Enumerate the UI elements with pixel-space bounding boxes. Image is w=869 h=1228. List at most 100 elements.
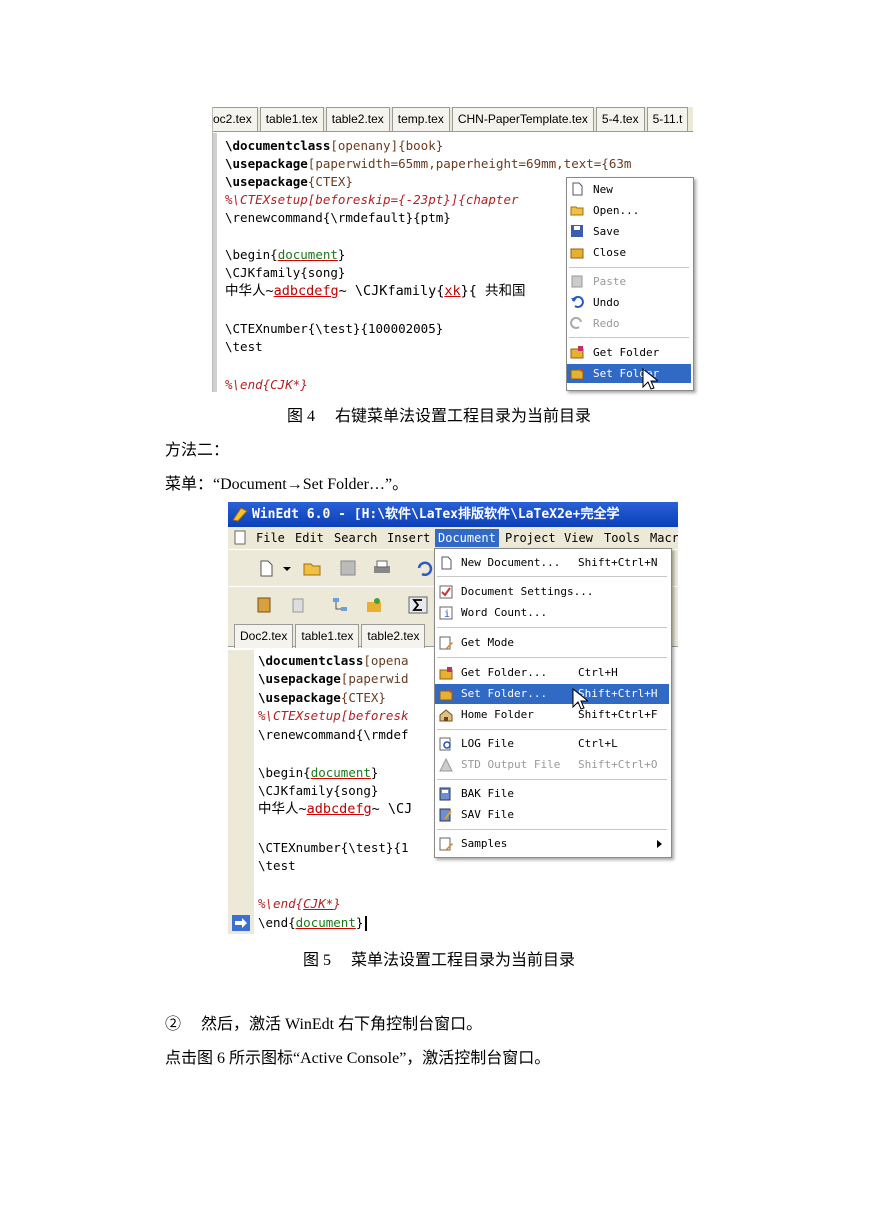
menu-item-new-document[interactable]: New Document... Shift+Ctrl+N	[435, 553, 669, 573]
tab-temp[interactable]: temp.tex	[391, 107, 450, 131]
paste-icon	[571, 275, 583, 288]
tab-table2[interactable]: table2.tex	[325, 107, 390, 131]
menu-item-label: Undo	[593, 296, 620, 309]
code-line: %\end{CJK*}	[258, 895, 341, 914]
code-token: \usepackage	[258, 671, 341, 686]
menu-bar: File Edit Search Insert Document Project…	[228, 527, 678, 549]
code-line: \usepackage{CTEX}	[225, 173, 353, 191]
menu-item-bak-file[interactable]: BAK File	[435, 784, 669, 804]
tab-chn-papertemplate[interactable]: CHN-PaperTemplate.tex	[451, 107, 594, 131]
menu-item-label: Save	[593, 225, 620, 238]
tree-structure-icon[interactable]	[330, 596, 350, 614]
menu-search[interactable]: Search	[334, 531, 377, 545]
page-icon[interactable]	[288, 596, 308, 614]
menu-item-label: LOG File	[461, 737, 514, 750]
menu-item-label: Redo	[593, 317, 620, 330]
menu-item-get-mode[interactable]: Get Mode	[435, 633, 669, 653]
current-line-arrow-icon	[232, 915, 250, 931]
code-token: }	[337, 247, 346, 262]
menu-item-log-file[interactable]: LOG File Ctrl+L	[435, 734, 669, 754]
menu-item-set-folder[interactable]: Set Folder	[567, 364, 691, 383]
save-disk-icon	[571, 225, 583, 237]
menu-item-open[interactable]: Open...	[567, 201, 691, 220]
menu-item-label: Get Folder...	[461, 666, 548, 679]
menu-item-label: Get Folder	[593, 346, 660, 359]
mode-edit-icon	[439, 636, 453, 650]
code-line: \CTEXnumber{\test}{100002005}	[225, 321, 444, 336]
menu-view[interactable]: View	[564, 531, 593, 545]
menu-item-set-folder[interactable]: Set Folder... Shift+Ctrl+H	[435, 684, 669, 704]
menu-insert[interactable]: Insert	[387, 531, 430, 545]
get-folder-icon	[439, 667, 453, 680]
tab-doc2[interactable]: oc2.tex	[213, 107, 258, 131]
code-token: [paperwidth=65mm,paperheight=69mm,text={…	[307, 156, 632, 171]
code-line: \begin{document}	[225, 246, 345, 264]
menu-edit[interactable]: Edit	[295, 531, 324, 545]
document-icon	[234, 530, 246, 545]
chevron-down-icon[interactable]	[282, 559, 292, 577]
code-token: xk	[444, 283, 461, 299]
menu-item-undo[interactable]: Undo	[567, 293, 691, 312]
clipboard-icon[interactable]	[254, 596, 274, 614]
menu-project[interactable]: Project	[505, 531, 556, 545]
open-folder-icon[interactable]	[302, 559, 322, 577]
menu-macros[interactable]: Macr	[650, 531, 678, 545]
menu-instruction: 菜单：“Document→Set Folder…”。	[165, 476, 409, 493]
sigma-icon[interactable]	[408, 596, 428, 614]
tab-table1[interactable]: table1.tex	[259, 107, 324, 131]
window-titlebar: WinEdt 6.0 - [H:\软件\LaTex排版软件\LaTeX2e+完全…	[228, 502, 678, 527]
samples-icon	[439, 837, 453, 851]
menu-item-redo[interactable]: Redo	[567, 314, 691, 333]
menu-item-document-settings[interactable]: Document Settings...	[435, 582, 669, 602]
undo-icon[interactable]	[414, 559, 434, 577]
set-folder-icon	[439, 688, 453, 701]
save-disk-icon[interactable]	[338, 559, 358, 577]
tab-5-11[interactable]: 5-11.t	[646, 107, 689, 131]
window-title: WinEdt 6.0 - [H:\软件\LaTex排版软件\LaTeX2e+完全…	[252, 507, 620, 522]
menu-item-new[interactable]: New	[567, 180, 691, 199]
code-line: \CJKfamily{song}	[258, 783, 379, 798]
code-token: 中华人~	[225, 283, 274, 299]
code-line: \test	[258, 858, 296, 873]
menu-item-label: Set Folder...	[461, 687, 548, 700]
menu-item-home-folder[interactable]: Home Folder Shift+Ctrl+F	[435, 705, 669, 725]
menu-separator	[437, 657, 667, 658]
menu-item-label: STD Output File	[461, 758, 561, 771]
menu-item-std-output-file[interactable]: STD Output File Shift+Ctrl+O	[435, 755, 669, 775]
mouse-cursor-icon	[572, 688, 588, 710]
tab-5-4[interactable]: 5-4.tex	[595, 107, 645, 131]
menu-item-paste[interactable]: Paste	[567, 272, 691, 291]
undo-icon	[571, 295, 584, 308]
menu-item-label: BAK File	[461, 787, 514, 800]
code-line: 中华人~adbcdefg~ \CJ	[258, 800, 412, 819]
code-token: ~ \CJ	[371, 801, 413, 817]
text-caret	[365, 916, 368, 931]
menu-item-label: Paste	[593, 275, 627, 288]
code-line: %\end{CJK*}	[225, 377, 308, 392]
code-token: CJK*	[303, 896, 334, 911]
figure-4-caption: 图 4 右键菜单法设置工程目录为当前目录	[287, 408, 592, 425]
menu-separator	[437, 779, 667, 780]
menu-item-sav-file[interactable]: SAV File	[435, 805, 669, 825]
printer-icon[interactable]	[372, 559, 392, 577]
menu-item-label: Close	[593, 246, 627, 259]
new-file-icon[interactable]	[256, 559, 276, 577]
new-document-icon	[441, 556, 452, 570]
svg-text:i: i	[444, 609, 450, 620]
menu-item-shortcut: Shift+Ctrl+H	[578, 687, 658, 700]
tab-table2[interactable]: table2.tex	[361, 624, 426, 648]
menu-item-shortcut: Ctrl+H	[578, 666, 618, 679]
tab-table1[interactable]: table1.tex	[295, 624, 360, 648]
menu-document[interactable]: Document	[435, 529, 499, 547]
menu-tools[interactable]: Tools	[604, 531, 640, 545]
menu-item-get-folder[interactable]: Get Folder	[567, 343, 691, 362]
menu-separator	[437, 627, 667, 628]
tab-doc2[interactable]: Doc2.tex	[234, 624, 294, 648]
menu-item-save[interactable]: Save	[567, 222, 691, 241]
menu-item-close[interactable]: Close	[567, 243, 691, 262]
menu-item-get-folder[interactable]: Get Folder... Ctrl+H	[435, 663, 669, 683]
project-icon[interactable]	[364, 596, 384, 614]
menu-file[interactable]: File	[256, 531, 285, 545]
menu-item-word-count[interactable]: i Word Count...	[435, 603, 669, 623]
menu-item-samples[interactable]: Samples	[435, 834, 669, 854]
